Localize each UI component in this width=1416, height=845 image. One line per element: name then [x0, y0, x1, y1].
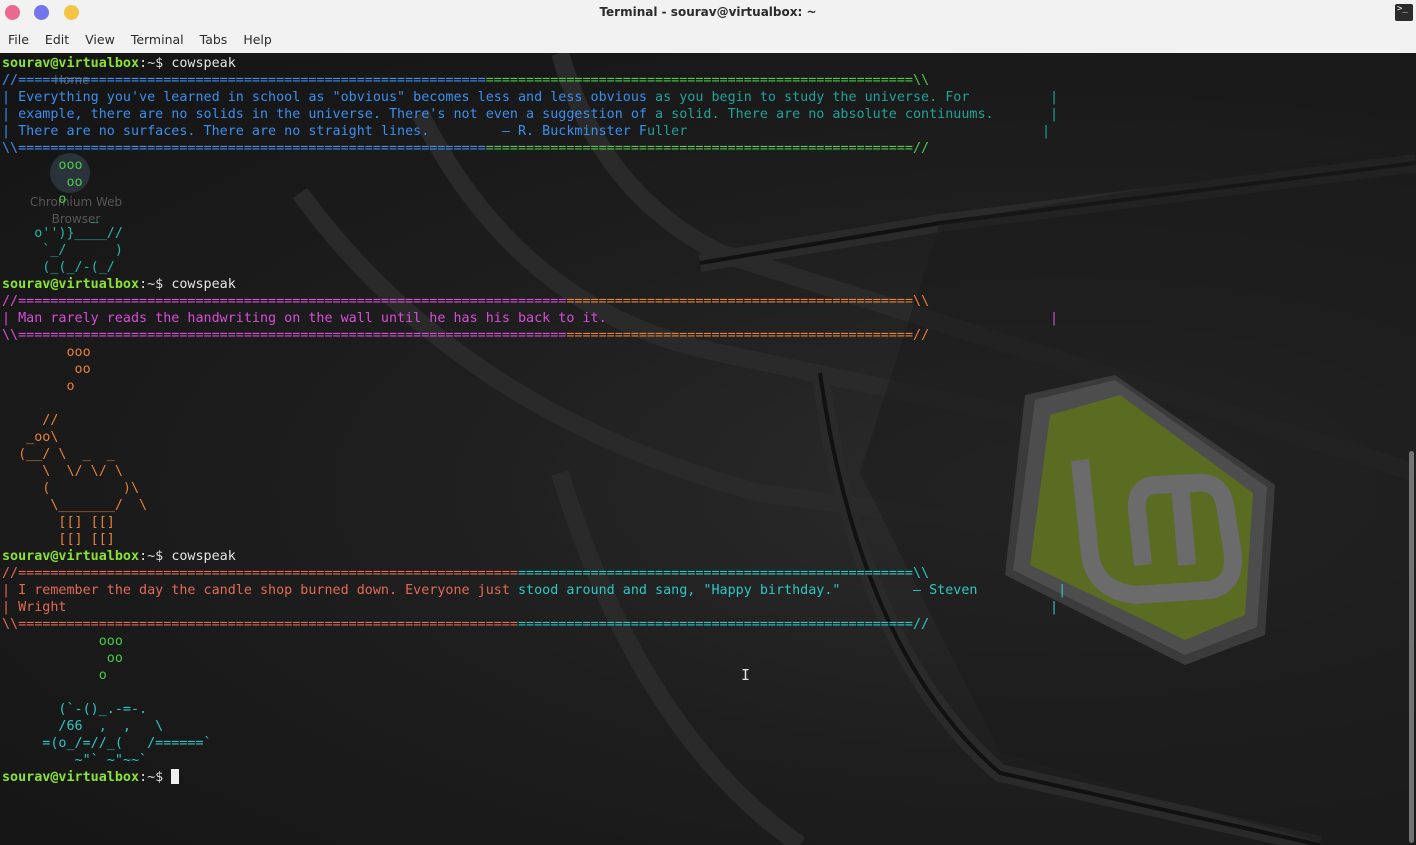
ascii-art-line: ooo	[2, 634, 123, 649]
command-text: cowspeak	[171, 56, 236, 71]
prompt-symbol: :~$	[139, 277, 172, 292]
ascii-art-line: _	[2, 209, 99, 224]
prompt-user: sourav@virtualbox	[2, 56, 140, 71]
ascii-art-line: o	[2, 379, 75, 394]
ascii-art-line: //	[2, 413, 59, 428]
scrollbar[interactable]	[1406, 53, 1416, 845]
bubble-text-line: | Man rarely reads the handwriting on th…	[2, 311, 1059, 326]
bubble-text-line: | There are no surfaces. There are no st…	[2, 124, 1051, 139]
ascii-art-line: _oo\	[2, 430, 59, 445]
ascii-art-line: ooo	[2, 158, 83, 173]
terminal-icon: >_	[1395, 4, 1413, 21]
ascii-art-line: /66 , , \	[2, 719, 164, 734]
prompt-line: sourav@virtualbox:~$ cowspeak	[2, 548, 236, 565]
linux-mint-logo-icon	[1005, 375, 1275, 665]
bubble-text-line: | Wright |	[2, 600, 1059, 615]
ascii-art-line: =(o_/=//_( /======`	[2, 736, 212, 751]
bubble-text-line: | example, there are no solids in the un…	[2, 107, 1059, 122]
command-text: cowspeak	[171, 277, 236, 292]
menu-tabs[interactable]: Tabs	[192, 27, 236, 53]
ascii-art-line: o	[2, 192, 67, 207]
prompt-user: sourav@virtualbox	[2, 770, 140, 785]
scrollbar-thumb[interactable]	[1409, 451, 1414, 843]
ascii-art-line: \ \/ \/ \	[2, 464, 123, 479]
bubble-top-border: //======================================…	[2, 294, 930, 309]
prompt-symbol: :~$	[139, 549, 172, 564]
terminal-view[interactable]: Home Chromium Web Browser sourav@virtual…	[0, 53, 1416, 845]
ascii-art-line: (`-()_.-=-.	[2, 702, 148, 717]
prompt-symbol: :~$	[139, 56, 172, 71]
text-cursor	[171, 769, 180, 784]
ibeam-cursor-icon: I	[741, 666, 751, 684]
ascii-art-line: o	[2, 668, 107, 683]
ascii-art-line: oo	[2, 175, 83, 190]
window-title: Terminal - sourav@virtualbox: ~	[599, 5, 817, 19]
menu-help[interactable]: Help	[235, 27, 280, 53]
prompt-user: sourav@virtualbox	[2, 549, 140, 564]
menu-file[interactable]: File	[0, 27, 37, 53]
ascii-art-line: (_(_/-(_/	[2, 260, 115, 275]
bubble-bottom-border: \\======================================…	[2, 328, 930, 343]
bubble-bottom-border: \\======================================…	[2, 617, 930, 632]
prompt-line-active[interactable]: sourav@virtualbox:~$	[2, 769, 180, 786]
prompt-line: sourav@virtualbox:~$ cowspeak	[2, 55, 236, 72]
menu-view[interactable]: View	[77, 27, 123, 53]
ascii-art-line: oo	[2, 362, 91, 377]
ascii-art-line: \_______/ \	[2, 498, 148, 513]
ascii-art-line: o'')}____//	[2, 226, 123, 241]
bubble-top-border: //======================================…	[2, 73, 930, 88]
ascii-art-line: [[] [[]	[2, 515, 115, 530]
bubble-text-line: | Everything you've learned in school as…	[2, 90, 1059, 105]
bubble-top-border: //======================================…	[2, 566, 930, 581]
ascii-art-line: ( )\	[2, 481, 140, 496]
ascii-art-line: (__/ \ _ _	[2, 447, 115, 462]
menu-bar: File Edit View Terminal Tabs Help	[0, 27, 1416, 53]
ascii-art-line: [[] [[]	[2, 532, 115, 547]
ascii-art-line: ooo	[2, 345, 91, 360]
bubble-bottom-border: \\======================================…	[2, 141, 930, 156]
title-bar: Terminal - sourav@virtualbox: ~ >_	[0, 0, 1416, 27]
ascii-art-line: oo	[2, 651, 123, 666]
prompt-symbol: :~$	[139, 770, 172, 785]
ascii-art-line: `_/ )	[2, 243, 123, 258]
menu-terminal[interactable]: Terminal	[123, 27, 192, 53]
command-text: cowspeak	[171, 549, 236, 564]
prompt-line: sourav@virtualbox:~$ cowspeak	[2, 276, 236, 293]
ascii-art-line: ~"` ~"~~`	[2, 753, 148, 768]
bubble-text-line: | I remember the day the candle shop bur…	[2, 583, 1067, 598]
prompt-user: sourav@virtualbox	[2, 277, 140, 292]
menu-edit[interactable]: Edit	[37, 27, 77, 53]
